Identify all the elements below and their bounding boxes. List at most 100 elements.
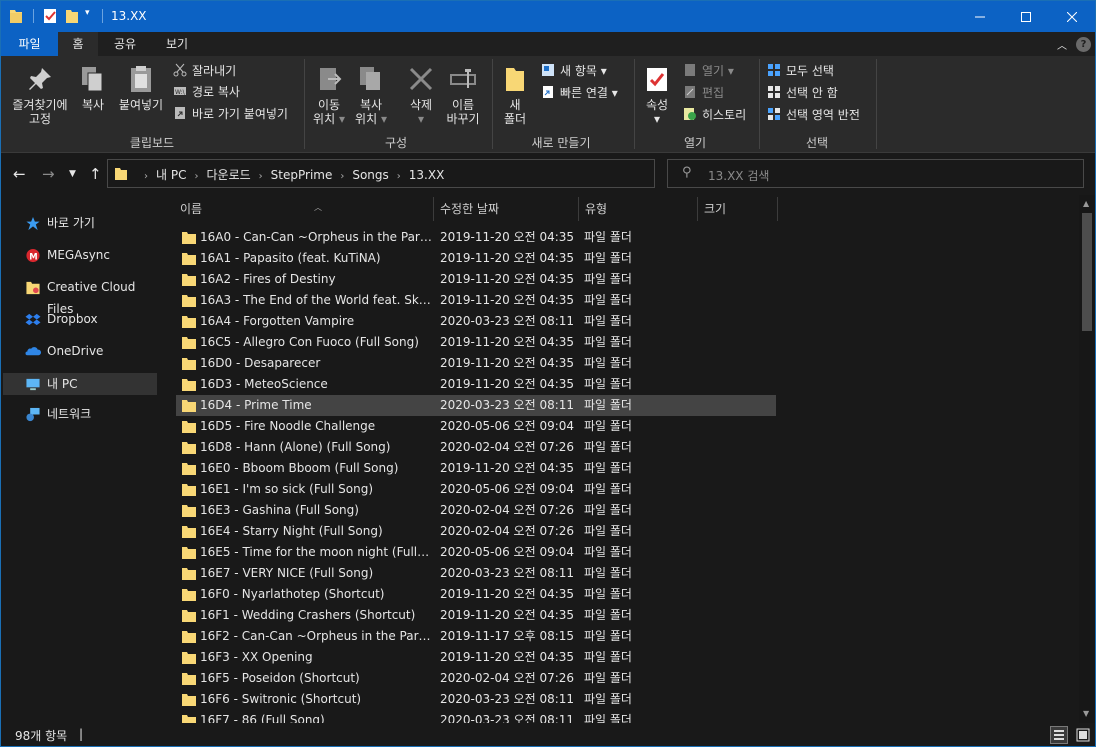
properties-button[interactable]: 속성 ▾ — [641, 60, 673, 126]
breadcrumb-item[interactable]: 다운로드 — [206, 168, 250, 182]
table-row[interactable]: 16F5 - Poseidon (Shortcut) 2020-02-04 오전 … — [176, 668, 776, 689]
tab-home[interactable]: 홈 — [58, 32, 98, 56]
breadcrumb-item[interactable]: Songs — [352, 168, 388, 182]
up-arrow-icon[interactable]: ↑ — [89, 165, 102, 183]
table-row[interactable]: 16F1 - Wedding Crashers (Shortcut) 2019-1… — [176, 605, 776, 626]
back-arrow-icon[interactable]: ← — [13, 165, 26, 183]
table-row[interactable]: 16C5 - Allegro Con Fuoco (Full Song) 2019… — [176, 332, 776, 353]
table-row[interactable]: 16D4 - Prime Time 2020-03-23 오전 08:11 파일 폴… — [176, 395, 776, 416]
scroll-down-icon[interactable]: ▼ — [1083, 709, 1089, 718]
table-row[interactable]: 16A4 - Forgotten Vampire 2020-03-23 오전 08… — [176, 311, 776, 332]
table-row[interactable]: 16A0 - Can-Can ~Orpheus in the Party ...… — [176, 227, 776, 248]
address-bar[interactable]: ›내 PC›다운로드›StepPrime›Songs›13.XX ▼ ↻ — [107, 159, 750, 188]
table-row[interactable]: 16E7 - VERY NICE (Full Song) 2020-03-23 오… — [176, 563, 776, 584]
table-row[interactable]: 16E3 - Gashina (Full Song) 2020-02-04 오전 … — [176, 500, 776, 521]
search-input[interactable]: ⚲ 13.XX 검색 — [667, 159, 1084, 188]
collapse-ribbon-icon[interactable]: ︿ — [1057, 37, 1067, 52]
copy-button[interactable]: 복사 — [75, 60, 111, 112]
select-none-button[interactable]: 선택 안 함 — [767, 84, 838, 102]
file-type: 파일 폴더 — [584, 419, 632, 433]
table-row[interactable]: 16E1 - I'm so sick (Full Song) 2020-05-06… — [176, 479, 776, 500]
scroll-up-icon[interactable]: ▲ — [1083, 199, 1089, 208]
copy-path-button[interactable]: W:\ 경로 복사 — [173, 83, 240, 101]
minimize-button[interactable] — [957, 1, 1003, 32]
column-header-date[interactable]: 수정한 날짜 — [434, 197, 578, 221]
table-row[interactable]: 16E0 - Bboom Bboom (Full Song) 2019-11-20… — [176, 458, 776, 479]
table-row[interactable]: 16F7 - 86 (Full Song) 2020-03-23 오전 08:11… — [176, 710, 776, 723]
new-item-button[interactable]: 새 항목 ▾ — [541, 62, 607, 80]
table-row[interactable]: 16F3 - XX Opening 2019-11-20 오전 04:35 파일 폴… — [176, 647, 776, 668]
file-type: 파일 폴더 — [584, 524, 632, 538]
nav-item-dropbox[interactable]: Dropbox — [3, 308, 157, 330]
clipboard-group-label: 클립보드 — [129, 136, 175, 150]
tab-file[interactable]: 파일 — [1, 32, 58, 56]
select-all-button[interactable]: 모두 선택 — [767, 62, 834, 80]
breadcrumb-item[interactable]: StepPrime — [271, 168, 333, 182]
paste-button[interactable]: 붙여넣기 — [115, 60, 167, 112]
rename-button[interactable]: 이름 바꾸기 — [443, 60, 483, 126]
delete-button[interactable]: 삭제 ▾ — [401, 60, 441, 126]
vertical-scrollbar[interactable]: ▲ ▼ — [1079, 195, 1095, 723]
table-row[interactable]: 16D8 - Hann (Alone) (Full Song) 2020-02-0… — [176, 437, 776, 458]
table-row[interactable]: 16F0 - Nyarlathotep (Shortcut) 2019-11-20… — [176, 584, 776, 605]
recent-locations-icon[interactable]: ▼ — [69, 169, 76, 179]
column-header-type-label: 유형 — [585, 202, 608, 216]
table-row[interactable]: 16F2 - Can-Can ~Orpheus in the Party ...… — [176, 626, 776, 647]
breadcrumb-chevron-icon[interactable]: › — [340, 171, 344, 182]
table-row[interactable]: 16D5 - Fire Noodle Challenge 2020-05-06 오… — [176, 416, 776, 437]
file-date: 2019-11-17 오후 08:15 — [440, 629, 575, 643]
edit-button[interactable]: 편집 — [683, 84, 724, 102]
details-view-button[interactable] — [1050, 726, 1068, 744]
properties-icon[interactable] — [43, 8, 57, 24]
move-to-button[interactable]: 이동 위치 ▾ — [311, 60, 347, 126]
breadcrumb-item[interactable]: 13.XX — [409, 168, 445, 182]
column-header-name[interactable]: 이름 ︿ — [176, 197, 432, 221]
paste-shortcut-button[interactable]: 바로 가기 붙여넣기 — [173, 105, 288, 123]
easy-access-button[interactable]: 빠른 연결 ▾ — [541, 84, 618, 102]
table-row[interactable]: 16E5 - Time for the moon night (Full S..… — [176, 542, 776, 563]
folder-icon — [182, 631, 196, 643]
cut-button[interactable]: 잘라내기 — [173, 62, 236, 80]
close-button[interactable] — [1049, 1, 1095, 32]
history-button[interactable]: 히스토리 — [683, 106, 746, 124]
breadcrumb-chevron-icon[interactable]: › — [397, 171, 401, 182]
file-name: 16C5 - Allegro Con Fuoco (Full Song) — [200, 335, 419, 349]
network-icon — [26, 407, 40, 422]
ribbon-separator — [634, 59, 635, 149]
table-row[interactable]: 16A1 - Papasito (feat. KuTiNA) 2019-11-20… — [176, 248, 776, 269]
customize-toolbar-icon[interactable]: ▾ — [85, 8, 90, 18]
breadcrumb-item[interactable]: 내 PC — [156, 168, 186, 182]
breadcrumb-chevron-icon[interactable]: › — [194, 171, 198, 182]
maximize-button[interactable] — [1003, 1, 1049, 32]
tab-view[interactable]: 보기 — [151, 32, 203, 56]
new-folder-icon[interactable] — [65, 8, 79, 24]
nav-item-quick-access[interactable]: 바로 가기 — [3, 212, 157, 234]
scrollbar-thumb[interactable] — [1082, 213, 1092, 331]
table-row[interactable]: 16D3 - MeteoScience 2019-11-20 오전 04:35 파일… — [176, 374, 776, 395]
invert-selection-button[interactable]: 선택 영역 반전 — [767, 106, 860, 124]
table-row[interactable]: 16D0 - Desaparecer 2019-11-20 오전 04:35 파일 … — [176, 353, 776, 374]
breadcrumb-chevron-icon[interactable]: › — [259, 171, 263, 182]
help-icon[interactable]: ? — [1076, 37, 1091, 52]
nav-item-network[interactable]: 네트워크 — [3, 403, 157, 425]
new-item-icon — [541, 63, 555, 77]
pin-to-quick-access-button[interactable]: 즐겨찾기에 고정 — [7, 60, 73, 126]
column-header-size[interactable]: 크기 — [698, 197, 777, 221]
forward-arrow-icon[interactable]: → — [42, 165, 55, 183]
column-header-type[interactable]: 유형 — [579, 197, 697, 221]
nav-item-megasync[interactable]: M MEGAsync — [3, 244, 157, 266]
table-row[interactable]: 16A2 - Fires of Destiny 2019-11-20 오전 04:… — [176, 269, 776, 290]
open-button[interactable]: 열기 ▾ — [683, 62, 734, 80]
nav-item-this-pc[interactable]: 내 PC — [3, 373, 157, 395]
tab-share[interactable]: 공유 — [101, 32, 149, 56]
table-row[interactable]: 16A3 - The End of the World feat. Skizzo… — [176, 290, 776, 311]
column-divider[interactable] — [777, 197, 778, 221]
folder-icon — [182, 652, 196, 664]
large-icons-view-button[interactable] — [1074, 726, 1092, 744]
table-row[interactable]: 16F6 - Switronic (Shortcut) 2020-03-23 오전… — [176, 689, 776, 710]
new-folder-button[interactable]: 새 폴더 — [499, 60, 531, 126]
nav-item-onedrive[interactable]: OneDrive — [3, 340, 157, 362]
nav-item-creative-cloud[interactable]: Creative Cloud Files — [3, 276, 157, 316]
table-row[interactable]: 16E4 - Starry Night (Full Song) 2020-02-0… — [176, 521, 776, 542]
copy-to-button[interactable]: 복사 위치 ▾ — [353, 60, 389, 126]
